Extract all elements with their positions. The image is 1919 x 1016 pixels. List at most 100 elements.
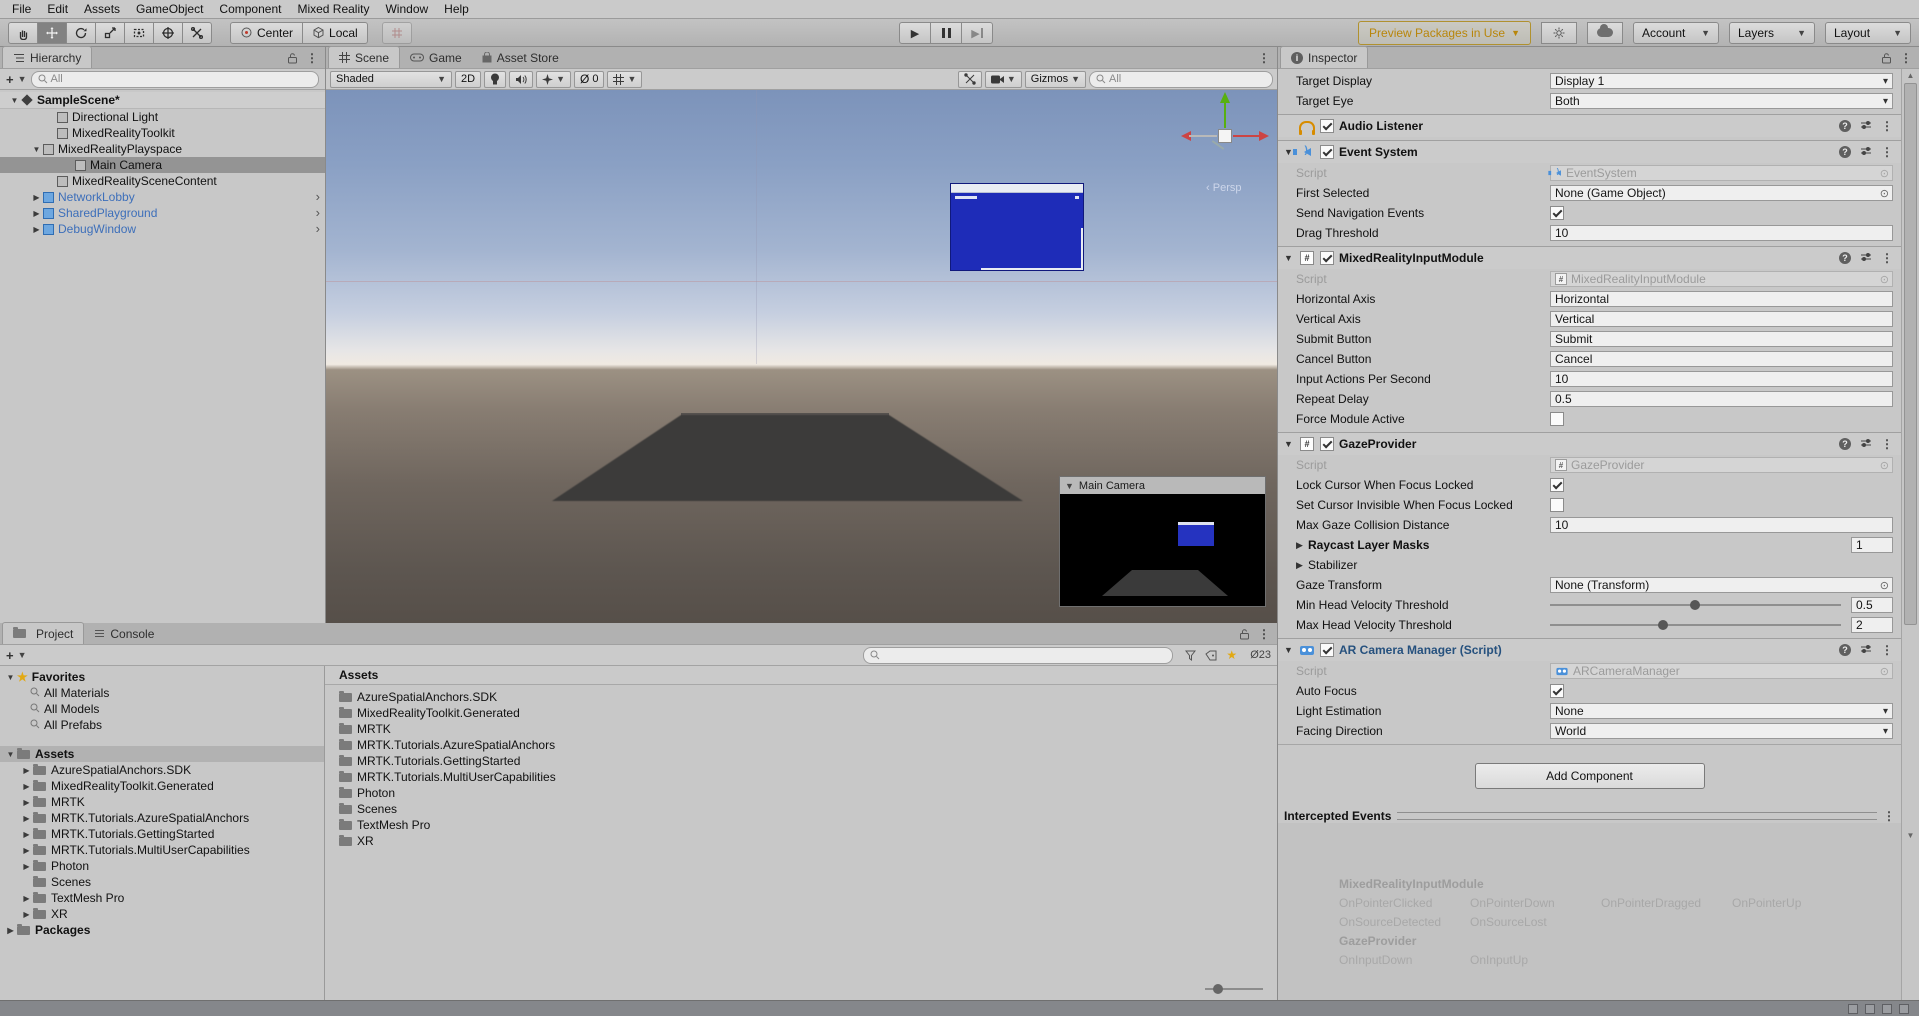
kebab-menu-icon[interactable]: ⋮ [1900,51,1912,65]
foldout-arrow-icon[interactable]: ▼ [1284,645,1294,655]
gaze-provider-header[interactable]: ▼ # GazeProvider ?⋮ [1278,432,1901,455]
hand-tool-button[interactable] [8,22,38,44]
pivot-mode-button[interactable]: Center [230,22,303,44]
hierarchy-row[interactable]: ▼ MixedRealityPlayspace [0,141,325,157]
component-enabled-checkbox[interactable] [1320,251,1334,265]
max-gaze-field[interactable]: 10 [1550,517,1893,533]
favorites-item[interactable]: All Models [0,701,324,717]
scene-object-platform[interactable] [552,415,1023,501]
add-component-button[interactable]: Add Component [1475,763,1705,789]
transform-tool-button[interactable] [153,22,183,44]
kebab-menu-icon[interactable]: ⋮ [1881,437,1893,451]
scale-tool-button[interactable] [95,22,125,44]
favorites-root[interactable]: ▼ ★ Favorites [0,669,324,685]
input-module-header[interactable]: ▼ # MixedRealityInputModule ?⋮ [1278,246,1901,269]
search-filter-icon[interactable] [1185,650,1196,661]
submit-button-field[interactable]: Submit [1550,331,1893,347]
kebab-menu-icon[interactable]: ⋮ [306,51,318,65]
hidden-objects-button[interactable]: Ø0 [574,71,604,88]
light-estimation-dropdown[interactable]: None [1550,703,1893,719]
drag-threshold-field[interactable]: 10 [1550,225,1893,241]
step-button[interactable]: ▶ [961,22,993,44]
account-dropdown[interactable]: Account▼ [1633,22,1719,44]
audio-listener-header[interactable]: Audio Listener ?⋮ [1278,114,1901,137]
hierarchy-row[interactable]: MixedRealityToolkit [0,125,325,141]
component-enabled-checkbox[interactable] [1320,145,1334,159]
scrollbar-thumb[interactable] [1904,83,1917,625]
help-icon[interactable]: ? [1839,252,1851,264]
foldout-arrow-icon[interactable]: ▼ [4,673,17,682]
tab-inspector[interactable]: i Inspector [1280,46,1368,68]
move-tool-button[interactable] [37,22,67,44]
foldout-arrow-icon[interactable]: ▶ [30,209,43,218]
asset-list-row[interactable]: Photon [325,785,1277,801]
script-field[interactable]: EventSystem [1550,165,1893,181]
raycast-layer-masks-row[interactable]: ▶ Raycast Layer Masks 1 [1278,535,1901,555]
scene-orientation-gizmo[interactable] [1181,92,1276,187]
tab-console[interactable]: Console [84,623,164,644]
asset-list-row[interactable]: MRTK.Tutorials.AzureSpatialAnchors [325,737,1277,753]
cursor-invisible-checkbox[interactable] [1550,498,1564,512]
hierarchy-row[interactable]: Main Camera [0,157,325,173]
hierarchy-row[interactable]: ▶ NetworkLobby [0,189,325,205]
script-field[interactable]: ARCameraManager [1550,663,1893,679]
input-actions-field[interactable]: 10 [1550,371,1893,387]
component-enabled-checkbox[interactable] [1320,119,1334,133]
ar-camera-manager-header[interactable]: ▼ AR Camera Manager (Script) ?⋮ [1278,638,1901,661]
asset-list-row[interactable]: MRTK [325,721,1277,737]
project-tree-row[interactable]: ▶ AzureSpatialAnchors.SDK [0,762,324,778]
kebab-menu-icon[interactable]: ⋮ [1881,119,1893,133]
status-icon[interactable] [1882,1004,1892,1014]
project-tree-row[interactable]: ▶ Photon [0,858,324,874]
menu-item[interactable]: File [4,0,39,18]
kebab-menu-icon[interactable]: ⋮ [1881,145,1893,159]
asset-list-row[interactable]: XR [325,833,1277,849]
menu-item[interactable]: Assets [76,0,128,18]
asset-list-row[interactable]: Scenes [325,801,1277,817]
scene-object-blue-window[interactable] [950,183,1084,271]
repeat-delay-field[interactable]: 0.5 [1550,391,1893,407]
hierarchy-row[interactable]: Directional Light [0,109,325,125]
tab-hierarchy[interactable]: Hierarchy [2,46,92,68]
project-tree-row[interactable]: ▶ MRTK.Tutorials.MultiUserCapabilities [0,842,324,858]
vertical-axis-field[interactable]: Vertical [1550,311,1893,327]
presets-icon[interactable] [1860,437,1872,451]
perspective-label[interactable]: ‹ Persp [1206,182,1241,194]
max-head-velocity-field[interactable]: 2 [1851,617,1893,633]
target-display-dropdown[interactable]: Display 1 [1550,73,1893,89]
layers-dropdown[interactable]: Layers▼ [1729,22,1815,44]
foldout-arrow-icon[interactable]: ▶ [20,766,33,775]
project-tree-row[interactable]: ▶ MRTK.Tutorials.GettingStarted [0,826,324,842]
max-head-velocity-slider[interactable] [1550,624,1841,626]
foldout-arrow-icon[interactable]: ▶ [20,846,33,855]
grid-visibility-dropdown[interactable]: ▼ [607,71,642,88]
asset-list-row[interactable]: MRTK.Tutorials.MultiUserCapabilities [325,769,1277,785]
kebab-menu-icon[interactable]: ⋮ [1881,251,1893,265]
status-icon[interactable] [1899,1004,1909,1014]
asset-list-row[interactable]: MRTK.Tutorials.GettingStarted [325,753,1277,769]
create-button[interactable]: + [6,648,14,663]
help-icon[interactable]: ? [1839,120,1851,132]
presets-icon[interactable] [1860,119,1872,133]
slider-thumb[interactable] [1658,620,1668,630]
menu-item[interactable]: Component [211,0,289,18]
help-icon[interactable]: ? [1839,438,1851,450]
pause-button[interactable] [930,22,962,44]
foldout-arrow-icon[interactable]: ▶ [20,782,33,791]
project-search-input[interactable] [863,647,1173,664]
foldout-arrow-icon[interactable]: ▶ [1296,560,1308,571]
cancel-button-field[interactable]: Cancel [1550,351,1893,367]
icon-size-slider[interactable] [1205,988,1263,990]
hierarchy-row[interactable]: MixedRealitySceneContent [0,173,325,189]
foldout-arrow-icon[interactable]: ▶ [20,910,33,919]
project-tree-row[interactable]: ▶ MRTK [0,794,324,810]
presets-icon[interactable] [1860,251,1872,265]
gizmo-center-cube[interactable] [1218,129,1232,143]
foldout-arrow-icon[interactable]: ▶ [20,862,33,871]
foldout-arrow-icon[interactable]: ▶ [4,926,17,935]
script-field[interactable]: #MixedRealityInputModule [1550,271,1893,287]
tool-settings-button[interactable] [958,71,982,88]
layout-dropdown[interactable]: Layout▼ [1825,22,1911,44]
script-field[interactable]: #GazeProvider [1550,457,1893,473]
scroll-down-arrow[interactable]: ▼ [1902,831,1919,840]
